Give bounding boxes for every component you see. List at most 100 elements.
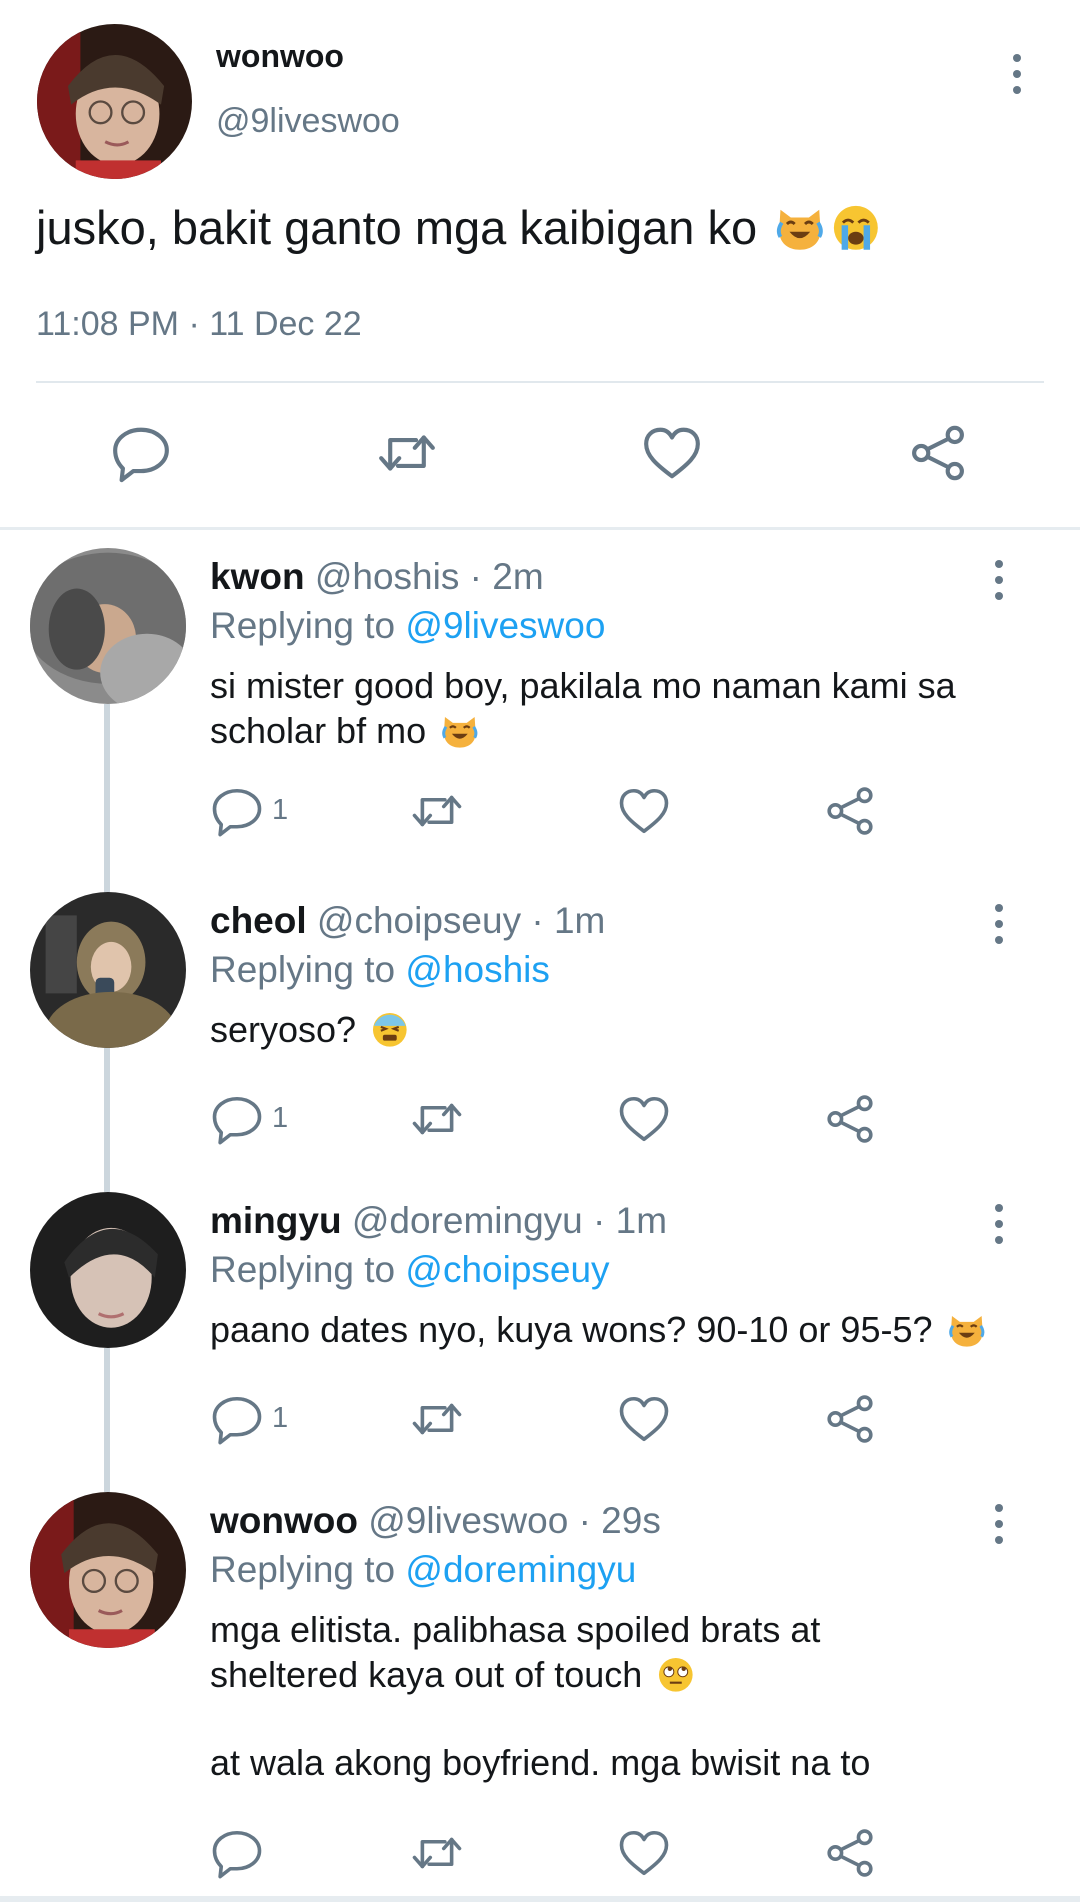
reply-header: cheol @choipseuy · 1m: [210, 900, 605, 942]
reply-actions: 1: [210, 1392, 910, 1448]
reply-text: si mister good boy, pakilala mo naman ka…: [210, 663, 1030, 753]
reply-text-line: paano dates nyo, kuya wons? 90-10 or 95-…: [210, 1307, 1030, 1352]
retweet-icon[interactable]: [410, 1392, 464, 1446]
reply-tweet[interactable]: cheol @choipseuy · 1m Replying to @hoshi…: [0, 892, 1080, 1192]
like-icon[interactable]: [617, 1092, 671, 1146]
retweet-icon[interactable]: [410, 1826, 464, 1880]
avatar[interactable]: [30, 548, 186, 704]
display-name[interactable]: cheol: [210, 900, 307, 941]
reply-tweet[interactable]: kwon @hoshis · 2m Replying to @9liveswoo…: [0, 548, 1080, 904]
reply-time: · 29s: [578, 1500, 661, 1541]
divider: [0, 1896, 1080, 1902]
replying-label: Replying to: [210, 605, 396, 646]
more-options-icon[interactable]: [1002, 52, 1032, 96]
user-handle[interactable]: @choipseuy: [317, 900, 521, 941]
reply-text-line-content: scholar bf mo: [210, 710, 427, 751]
reply-tweet[interactable]: wonwoo @9liveswoo · 29s Replying to @dor…: [0, 1492, 1080, 1892]
cat-tears-of-joy-emoji: [440, 711, 480, 751]
tweet-thread-page: wonwoo @9liveswoo jusko, bakit ganto mga…: [0, 0, 1080, 1902]
replying-to: Replying to @9liveswoo: [210, 605, 605, 647]
share-icon[interactable]: [823, 1392, 877, 1446]
share-icon[interactable]: [823, 1092, 877, 1146]
loudly-crying-face-emoji: [830, 202, 882, 254]
retweet-icon[interactable]: [410, 784, 464, 838]
reply-icon[interactable]: [210, 1826, 264, 1880]
reply-count: 1: [272, 794, 289, 826]
reply-text-line-content: paano dates nyo, kuya wons? 90-10 or 95-…: [210, 1309, 933, 1350]
reply-text-line: sheltered kaya out of touch: [210, 1652, 1030, 1697]
more-options-icon[interactable]: [984, 902, 1014, 946]
share-icon[interactable]: [907, 422, 969, 484]
reply-time: · 1m: [531, 900, 606, 941]
reply-text-line-content: sheltered kaya out of touch: [210, 1654, 643, 1695]
reply-actions: [210, 1826, 910, 1882]
user-handle[interactable]: @hoshis: [315, 556, 460, 597]
replying-to: Replying to @hoshis: [210, 949, 550, 991]
thread-line: [104, 704, 110, 904]
avatar[interactable]: [30, 1192, 186, 1348]
user-handle[interactable]: @9liveswoo: [216, 102, 400, 141]
more-options-icon[interactable]: [984, 1502, 1014, 1546]
reply-text: seryoso?: [210, 1007, 1030, 1052]
reply-text-line: seryoso?: [210, 1007, 1030, 1052]
like-icon[interactable]: [617, 1826, 671, 1880]
mention-link[interactable]: @choipseuy: [405, 1249, 609, 1290]
retweet-icon[interactable]: [376, 422, 438, 484]
mention-link[interactable]: @hoshis: [405, 949, 550, 990]
replying-label: Replying to: [210, 1249, 396, 1290]
user-handle[interactable]: @doremingyu: [352, 1200, 583, 1241]
cat-tears-of-joy-emoji: [774, 202, 826, 254]
more-options-icon[interactable]: [984, 558, 1014, 602]
reply-text-line: mga elitista. palibhasa spoiled brats at: [210, 1609, 821, 1650]
reply-text: paano dates nyo, kuya wons? 90-10 or 95-…: [210, 1307, 1030, 1352]
cat-tears-of-joy-emoji: [947, 1310, 987, 1350]
user-handle[interactable]: @9liveswoo: [368, 1500, 568, 1541]
replying-to: Replying to @doremingyu: [210, 1549, 636, 1591]
reply-text-line: scholar bf mo: [210, 708, 1030, 753]
reply-time: · 1m: [593, 1200, 668, 1241]
reply-header: mingyu @doremingyu · 1m: [210, 1200, 667, 1242]
reply-actions: 1: [210, 1092, 910, 1148]
reply-text: mga elitista. palibhasa spoiled brats at…: [210, 1607, 1030, 1785]
anxious-face-emoji: [370, 1010, 410, 1050]
reply-icon[interactable]: [210, 1092, 264, 1146]
divider: [36, 381, 1044, 383]
display-name[interactable]: kwon: [210, 556, 305, 597]
reply-tweet[interactable]: mingyu @doremingyu · 1m Replying to @cho…: [0, 1192, 1080, 1492]
like-icon[interactable]: [617, 784, 671, 838]
share-icon[interactable]: [823, 1826, 877, 1880]
retweet-icon[interactable]: [410, 1092, 464, 1146]
thread-line: [104, 1348, 110, 1492]
more-options-icon[interactable]: [984, 1202, 1014, 1246]
avatar[interactable]: [30, 1492, 186, 1648]
reply-icon[interactable]: [210, 784, 264, 838]
reply-count: 1: [272, 1402, 289, 1434]
replying-label: Replying to: [210, 1549, 396, 1590]
like-icon[interactable]: [641, 422, 703, 484]
avatar[interactable]: [37, 24, 192, 179]
reply-icon[interactable]: [210, 1392, 264, 1446]
face-with-rolling-eyes-emoji: [656, 1655, 696, 1695]
display-name[interactable]: wonwoo: [210, 1500, 358, 1541]
replying-label: Replying to: [210, 949, 396, 990]
share-icon[interactable]: [823, 784, 877, 838]
display-name[interactable]: mingyu: [210, 1200, 342, 1241]
like-icon[interactable]: [617, 1392, 671, 1446]
reply-header: wonwoo @9liveswoo · 29s: [210, 1500, 661, 1542]
display-name[interactable]: wonwoo: [216, 38, 344, 75]
mention-link[interactable]: @doremingyu: [405, 1549, 636, 1590]
reply-text-line: si mister good boy, pakilala mo naman ka…: [210, 665, 956, 706]
reply-icon[interactable]: [110, 422, 172, 484]
reply-time: · 2m: [469, 556, 544, 597]
reply-text-line-content: seryoso?: [210, 1009, 357, 1050]
avatar[interactable]: [30, 892, 186, 1048]
tweet-text: jusko, bakit ganto mga kaibigan ko: [36, 200, 882, 255]
tweet-timestamp[interactable]: 11:08 PM · 11 Dec 22: [36, 305, 362, 344]
thread-line: [104, 1048, 110, 1192]
main-tweet: wonwoo @9liveswoo jusko, bakit ganto mga…: [0, 0, 1080, 528]
mention-link[interactable]: @9liveswoo: [405, 605, 605, 646]
divider: [0, 527, 1080, 530]
reply-header: kwon @hoshis · 2m: [210, 556, 544, 598]
tweet-text-content: jusko, bakit ganto mga kaibigan ko: [36, 201, 758, 254]
